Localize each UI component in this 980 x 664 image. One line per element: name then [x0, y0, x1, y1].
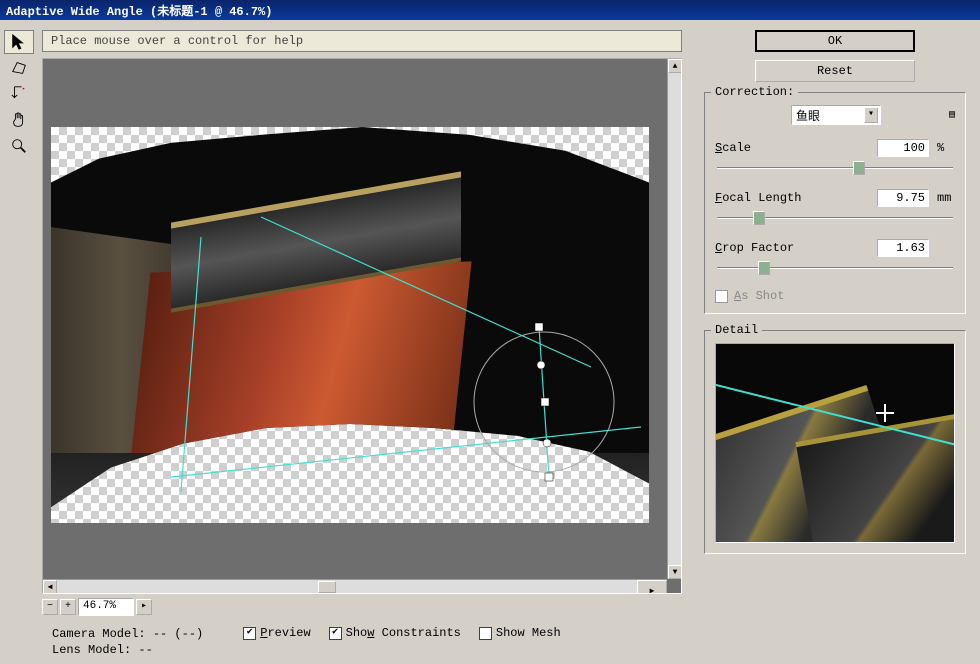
scroll-right-icon[interactable]: ▶	[637, 580, 667, 594]
camera-model-label: Camera Model: -- (--)	[52, 626, 203, 642]
scale-unit: %	[937, 141, 955, 155]
as-shot-label: As Shot	[734, 289, 784, 303]
show-mesh-checkbox[interactable]	[479, 627, 492, 640]
toolbar	[0, 20, 42, 664]
correction-value: 鱼眼	[796, 107, 820, 124]
focal-length-slider[interactable]	[717, 211, 953, 225]
focal-length-field[interactable]: 9.75	[877, 189, 929, 207]
lens-model-label: Lens Model: --	[52, 642, 203, 658]
scale-label: Scale	[715, 141, 869, 155]
scale-slider[interactable]	[717, 161, 953, 175]
canvas[interactable]: ▲ ▼ ◀ ▶	[42, 58, 682, 594]
preview-label: Preview	[260, 626, 310, 640]
scroll-left-icon[interactable]: ◀	[43, 580, 57, 594]
help-bar: Place mouse over a control for help	[42, 30, 682, 52]
crop-factor-slider[interactable]	[717, 261, 953, 275]
panel-menu-icon[interactable]: ▤	[949, 109, 955, 121]
crop-factor-label: Crop Factor	[715, 241, 869, 255]
move-cursor-icon	[876, 404, 894, 422]
correction-group: Correction: 鱼眼 ▾ ▤ Scale 100 %	[704, 92, 966, 314]
tool-pointer[interactable]	[4, 30, 34, 54]
zoom-in-button[interactable]: +	[60, 599, 76, 615]
detail-preview	[715, 343, 955, 543]
zoom-field[interactable]: 46.7%	[78, 598, 134, 616]
show-constraints-label: Show Constraints	[346, 626, 461, 640]
scroll-up-icon[interactable]: ▲	[668, 59, 682, 73]
tool-polygon[interactable]	[4, 56, 34, 80]
horizontal-scrollbar[interactable]: ◀ ▶	[43, 579, 667, 593]
correction-label: Correction:	[711, 85, 798, 99]
tool-hand[interactable]	[4, 108, 34, 132]
detail-label: Detail	[711, 323, 762, 337]
vertical-scrollbar[interactable]: ▲ ▼	[667, 59, 681, 579]
detail-group: Detail	[704, 330, 966, 554]
focal-length-unit: mm	[937, 191, 955, 205]
preview-checkbox[interactable]	[243, 627, 256, 640]
scroll-down-icon[interactable]: ▼	[668, 565, 682, 579]
zoom-out-button[interactable]: −	[42, 599, 58, 615]
show-mesh-label: Show Mesh	[496, 626, 561, 640]
window-title: Adaptive Wide Angle (未标题-1 @ 46.7%)	[0, 0, 980, 20]
tool-magnify[interactable]	[4, 134, 34, 158]
reset-button[interactable]: Reset	[755, 60, 915, 82]
ok-button[interactable]: OK	[755, 30, 915, 52]
as-shot-checkbox	[715, 290, 728, 303]
focal-length-label: Focal Length	[715, 191, 869, 205]
image-stage	[51, 127, 649, 523]
correction-select[interactable]: 鱼眼 ▾	[791, 105, 881, 125]
scale-field[interactable]: 100	[877, 139, 929, 157]
crop-factor-field[interactable]: 1.63	[877, 239, 929, 257]
show-constraints-checkbox[interactable]	[329, 627, 342, 640]
chevron-down-icon[interactable]: ▾	[864, 107, 878, 123]
tool-arrow-vertical[interactable]	[4, 82, 34, 106]
zoom-dropdown-button[interactable]: ▸	[136, 599, 152, 615]
scroll-thumb[interactable]	[318, 581, 336, 593]
